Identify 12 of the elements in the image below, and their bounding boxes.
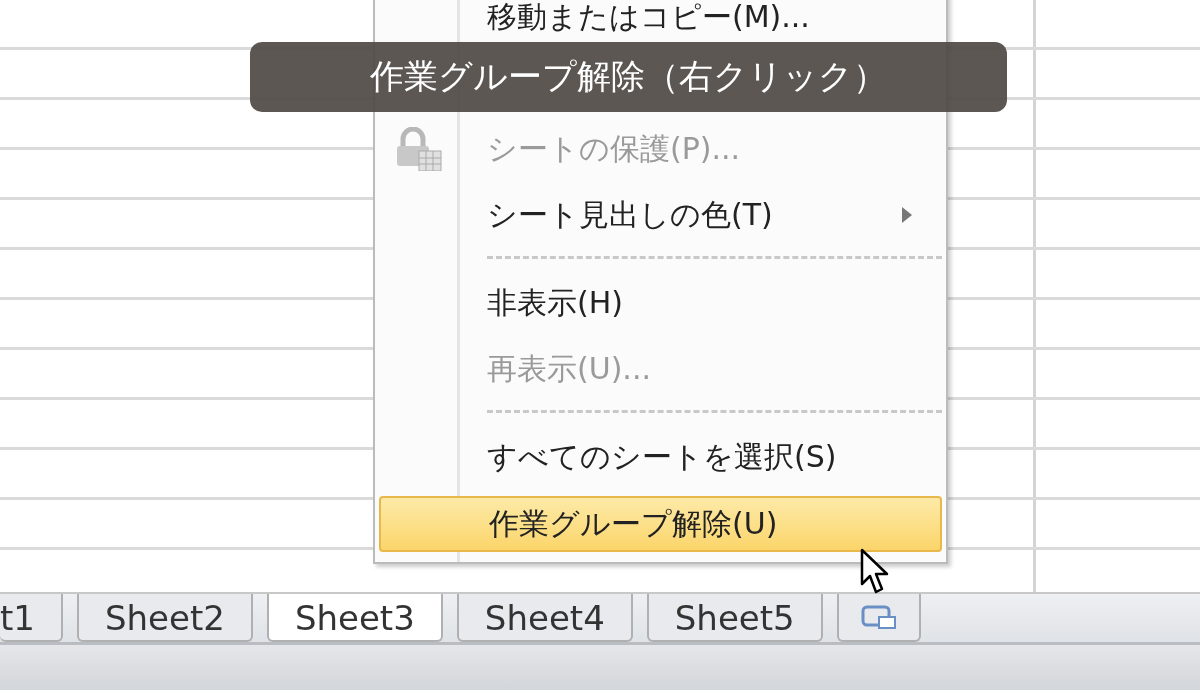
sheet-tab[interactable]: Sheet4 [456, 594, 633, 642]
sheet-tab[interactable]: Sheet5 [646, 594, 823, 642]
sheet-tab[interactable]: t1 [0, 594, 63, 642]
sheet-tab[interactable]: Sheet2 [76, 594, 253, 642]
caption-banner: 作業グループ解除（右クリック） [250, 42, 1007, 112]
sheet-tab[interactable]: Sheet3 [266, 594, 443, 642]
highlighted-menu-item[interactable]: 作業グループ解除(U) [379, 496, 942, 552]
menu-item[interactable]: すべてのシートを選択(S) [379, 435, 942, 479]
menu-item[interactable]: シート見出しの色(T) [379, 193, 942, 237]
insert-sheet-tab[interactable] [836, 594, 921, 642]
menu-item[interactable]: 非表示(H) [379, 281, 942, 325]
menu-item[interactable]: 移動またはコピー(M)... [379, 0, 942, 39]
